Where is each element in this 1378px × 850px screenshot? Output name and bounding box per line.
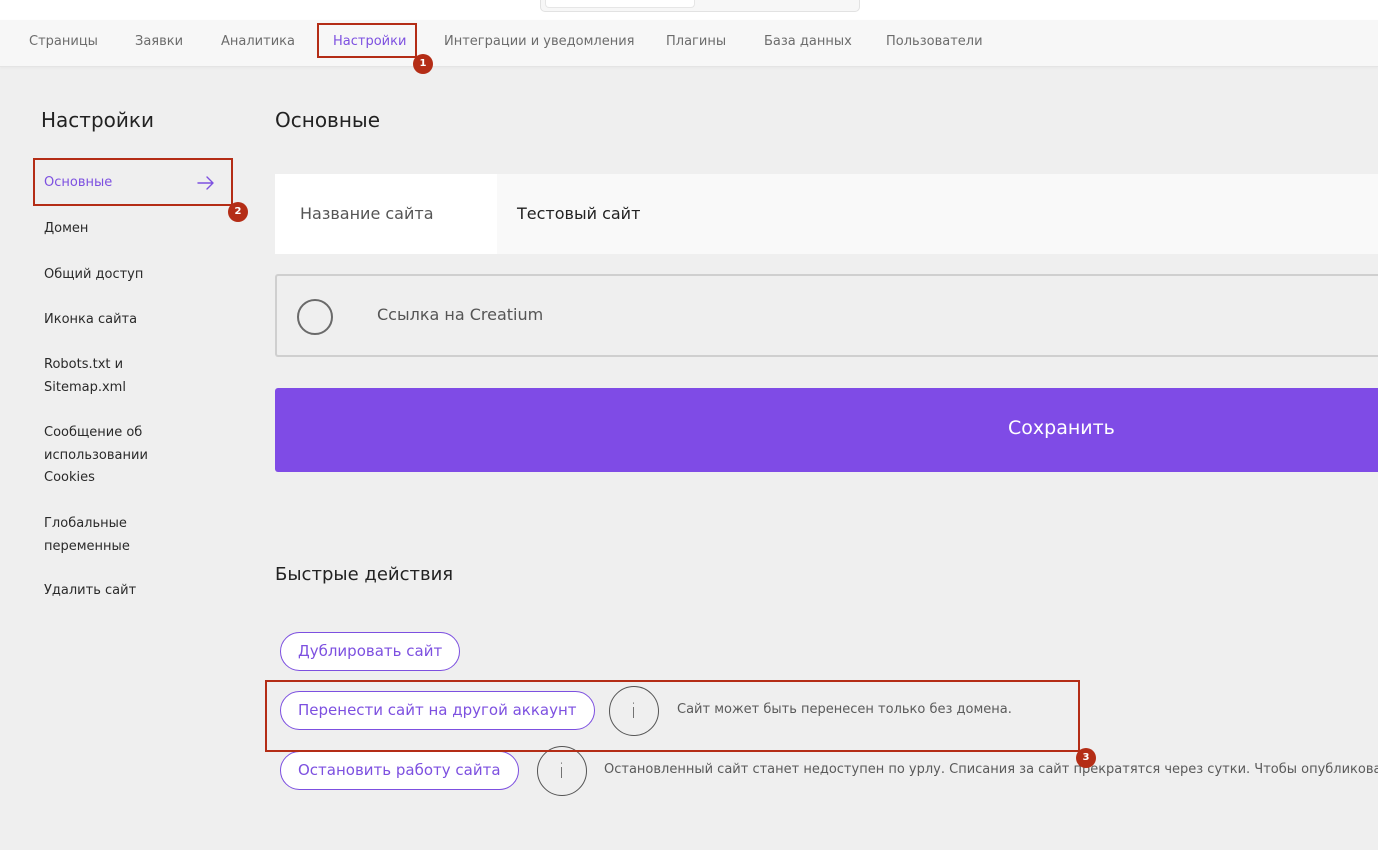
site-name-row: Название сайта Тестовый сайт	[275, 174, 1378, 254]
sidebar-item-variables[interactable]: Глобальные переменные	[44, 513, 144, 558]
browser-top-strip	[0, 0, 1378, 20]
site-name-input[interactable]: Тестовый сайт	[497, 174, 1378, 254]
sidebar-item-domain[interactable]: Домен	[44, 218, 214, 241]
nav-item-database[interactable]: База данных	[764, 34, 852, 49]
transfer-hint: Сайт может быть перенесен только без дом…	[677, 702, 1012, 717]
duplicate-site-button[interactable]: Дублировать сайт	[280, 632, 461, 671]
quick-actions-title: Быстрые действия	[275, 564, 454, 585]
annotation-badge-1: 1	[413, 54, 433, 74]
annotation-badge-2: 2	[228, 202, 248, 222]
save-button[interactable]: Сохранить	[275, 388, 1378, 472]
site-name-label: Название сайта	[275, 174, 497, 254]
nav-item-settings[interactable]: Настройки	[333, 34, 406, 49]
radio-circle-icon[interactable]	[297, 299, 333, 335]
sidebar-item-favicon[interactable]: Иконка сайта	[44, 309, 214, 332]
nav-item-requests[interactable]: Заявки	[135, 34, 183, 49]
top-tab-inner	[545, 0, 695, 8]
top-nav: Страницы Заявки Аналитика Настройки Инте…	[0, 20, 1378, 67]
nav-item-plugins[interactable]: Плагины	[666, 34, 726, 49]
page-title: Основные	[275, 108, 381, 132]
sidebar-title: Настройки	[41, 108, 154, 132]
sidebar-item-access[interactable]: Общий доступ	[44, 264, 214, 287]
nav-item-integrations[interactable]: Интеграции и уведомления	[444, 34, 634, 49]
stop-hint: Остановленный сайт станет недоступен по …	[604, 762, 1378, 777]
save-button-label: Сохранить	[1008, 417, 1115, 439]
transfer-site-button[interactable]: Перенести сайт на другой аккаунт	[280, 691, 595, 730]
sidebar-item-cookies[interactable]: Сообщение об использовании Cookies	[44, 422, 162, 490]
info-icon-glyph: i	[630, 699, 637, 723]
annotation-badge-3: 3	[1076, 748, 1096, 768]
sidebar-item-robots[interactable]: Robots.txt и Sitemap.xml	[44, 354, 144, 399]
nav-item-analytics[interactable]: Аналитика	[221, 34, 295, 49]
info-icon[interactable]: i	[609, 686, 659, 736]
creatium-link-toggle[interactable]: Ссылка на Creatium	[275, 274, 1378, 357]
nav-item-pages[interactable]: Страницы	[29, 34, 98, 49]
info-icon[interactable]: i	[537, 746, 587, 796]
info-icon-glyph: i	[558, 759, 565, 783]
creatium-link-label: Ссылка на Creatium	[377, 305, 544, 324]
arrow-right-icon	[197, 176, 214, 190]
sidebar-item-delete-site[interactable]: Удалить сайт	[44, 580, 214, 603]
sidebar-item-general[interactable]: Основные	[44, 172, 214, 195]
nav-item-users[interactable]: Пользователи	[886, 34, 983, 49]
stop-site-button[interactable]: Остановить работу сайта	[280, 751, 519, 790]
